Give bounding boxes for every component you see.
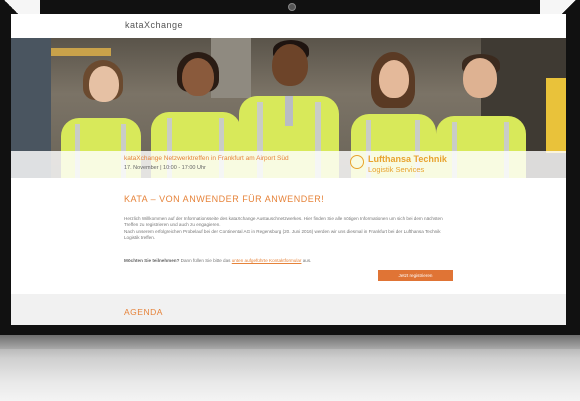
cta-paragraph: Möchten Sie teilnehmen? Dann füllen Sie …	[124, 258, 454, 264]
cta-question: Möchten Sie teilnehmen?	[124, 258, 180, 263]
partner-name: Lufthansa Technik	[368, 154, 447, 164]
intro-text: Herzlich Willkommen auf der Informations…	[124, 216, 443, 228]
warning-sign	[546, 78, 566, 153]
hero-caption: kataXchange Netzwerktreffen in Frankfurt…	[11, 151, 566, 178]
agenda-title: AGENDA	[124, 307, 163, 317]
tablet-reflection	[0, 335, 580, 401]
hero-image: kataXchange Netzwerktreffen in Frankfurt…	[11, 38, 566, 178]
crane-icon	[350, 155, 364, 169]
partner-subtitle: Logistik Services	[368, 165, 425, 174]
site-header: kataXchange	[11, 14, 566, 38]
camera-icon	[288, 3, 296, 11]
cta-text: Dann füllen Sie bitte das	[179, 258, 232, 263]
agenda-section: AGENDA	[11, 294, 566, 325]
intro-text-2: Nach unserem erfolgreichen Probelauf bei…	[124, 228, 441, 240]
contact-form-link[interactable]: unten aufgeführte Kontaktformular	[232, 258, 302, 263]
register-button[interactable]: Jetzt registrieren	[378, 270, 453, 281]
intro-paragraph: Herzlich Willkommen auf der Informations…	[124, 216, 454, 241]
event-title: kataXchange Netzwerktreffen in Frankfurt…	[124, 155, 289, 162]
page-headline: KATA – VON ANWENDER FÜR ANWENDER!	[124, 194, 325, 204]
lufthansa-logo: Lufthansa Technik Logistik Services	[350, 154, 454, 176]
site-logo[interactable]: kataXchange	[125, 20, 183, 30]
webpage-screen: kataXchange kataXchange Netzwerktreffen …	[11, 14, 566, 325]
event-date: 17. November | 10:00 - 17:00 Uhr	[124, 165, 206, 171]
cta-end: aus.	[301, 258, 312, 263]
